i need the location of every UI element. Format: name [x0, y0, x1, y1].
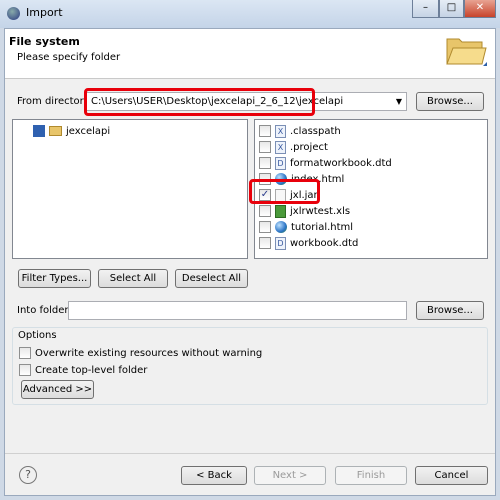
- xml-file-icon: X: [275, 140, 286, 154]
- file-name: workbook.dtd: [290, 237, 359, 249]
- file-checkbox[interactable]: [259, 141, 271, 153]
- file-checkbox[interactable]: [259, 205, 271, 217]
- tree-item-label: jexcelapi: [66, 125, 111, 137]
- deselect-all-button[interactable]: Deselect All: [175, 269, 248, 288]
- options-title: Options: [18, 330, 57, 341]
- create-top-level-option[interactable]: Create top-level folder: [19, 362, 147, 378]
- next-button[interactable]: Next >: [254, 466, 326, 485]
- list-item[interactable]: tutorial.html: [259, 219, 353, 235]
- folder-open-icon: [446, 38, 487, 66]
- wizard-header: File system Please specify folder: [5, 29, 495, 79]
- into-folder-input[interactable]: [68, 301, 407, 320]
- create-top-level-checkbox[interactable]: [19, 364, 31, 376]
- footer-divider: [5, 453, 495, 454]
- folder-tree[interactable]: jexcelapi: [12, 119, 248, 259]
- tree-item[interactable]: jexcelapi: [33, 123, 110, 139]
- dialog-body: File system Please specify folder From d…: [4, 28, 496, 496]
- create-top-level-label: Create top-level folder: [35, 364, 148, 376]
- maximize-button[interactable]: □: [439, 0, 464, 18]
- xml-file-icon: X: [275, 124, 286, 138]
- dtd-file-icon: D: [275, 156, 286, 170]
- title-bar: Import – □ ✕: [0, 0, 500, 28]
- file-name: .classpath: [290, 125, 341, 137]
- window-title: Import: [26, 6, 63, 19]
- from-directory-label: From directory:: [17, 96, 93, 107]
- dtd-file-icon: D: [275, 236, 286, 250]
- xls-file-icon: [275, 204, 286, 218]
- eclipse-icon: [7, 7, 20, 20]
- close-button[interactable]: ✕: [464, 0, 496, 18]
- html-file-icon: [275, 221, 287, 233]
- finish-button[interactable]: Finish: [335, 466, 407, 485]
- file-name: tutorial.html: [291, 221, 354, 233]
- browse-into-folder-button[interactable]: Browse...: [416, 301, 484, 320]
- page-title: File system: [9, 35, 80, 48]
- advanced-button[interactable]: Advanced >>: [21, 380, 94, 399]
- chevron-down-icon[interactable]: ▼: [396, 93, 402, 110]
- overwrite-label: Overwrite existing resources without war…: [35, 347, 263, 359]
- file-name: jxlrwtest.xls: [290, 205, 351, 217]
- file-checkbox[interactable]: [259, 157, 271, 169]
- filter-types-button[interactable]: Filter Types...: [18, 269, 91, 288]
- list-item[interactable]: X .project: [259, 139, 328, 155]
- options-group: Options Overwrite existing resources wit…: [12, 327, 488, 405]
- highlight-directory: [84, 88, 315, 116]
- minimize-button[interactable]: –: [412, 0, 439, 18]
- page-subtitle: Please specify folder: [17, 52, 121, 63]
- help-icon[interactable]: ?: [19, 466, 37, 484]
- highlight-jxl-jar: [249, 179, 320, 204]
- list-item[interactable]: X .classpath: [259, 123, 341, 139]
- folder-icon: [49, 126, 62, 136]
- select-all-button[interactable]: Select All: [98, 269, 168, 288]
- file-checkbox[interactable]: [259, 237, 271, 249]
- overwrite-option[interactable]: Overwrite existing resources without war…: [19, 345, 262, 361]
- list-item[interactable]: jxlrwtest.xls: [259, 203, 350, 219]
- cancel-button[interactable]: Cancel: [415, 466, 488, 485]
- file-checkbox[interactable]: [259, 221, 271, 233]
- list-item[interactable]: Dformatworkbook.dtd: [259, 155, 392, 171]
- list-item[interactable]: Dworkbook.dtd: [259, 235, 358, 251]
- tree-checkbox[interactable]: [33, 125, 45, 137]
- browse-directory-button[interactable]: Browse...: [416, 92, 484, 111]
- file-checkbox[interactable]: [259, 125, 271, 137]
- overwrite-checkbox[interactable]: [19, 347, 31, 359]
- into-folder-label: Into folder:: [17, 305, 72, 316]
- file-name: .project: [290, 141, 328, 153]
- file-name: formatworkbook.dtd: [290, 157, 392, 169]
- back-button[interactable]: < Back: [181, 466, 247, 485]
